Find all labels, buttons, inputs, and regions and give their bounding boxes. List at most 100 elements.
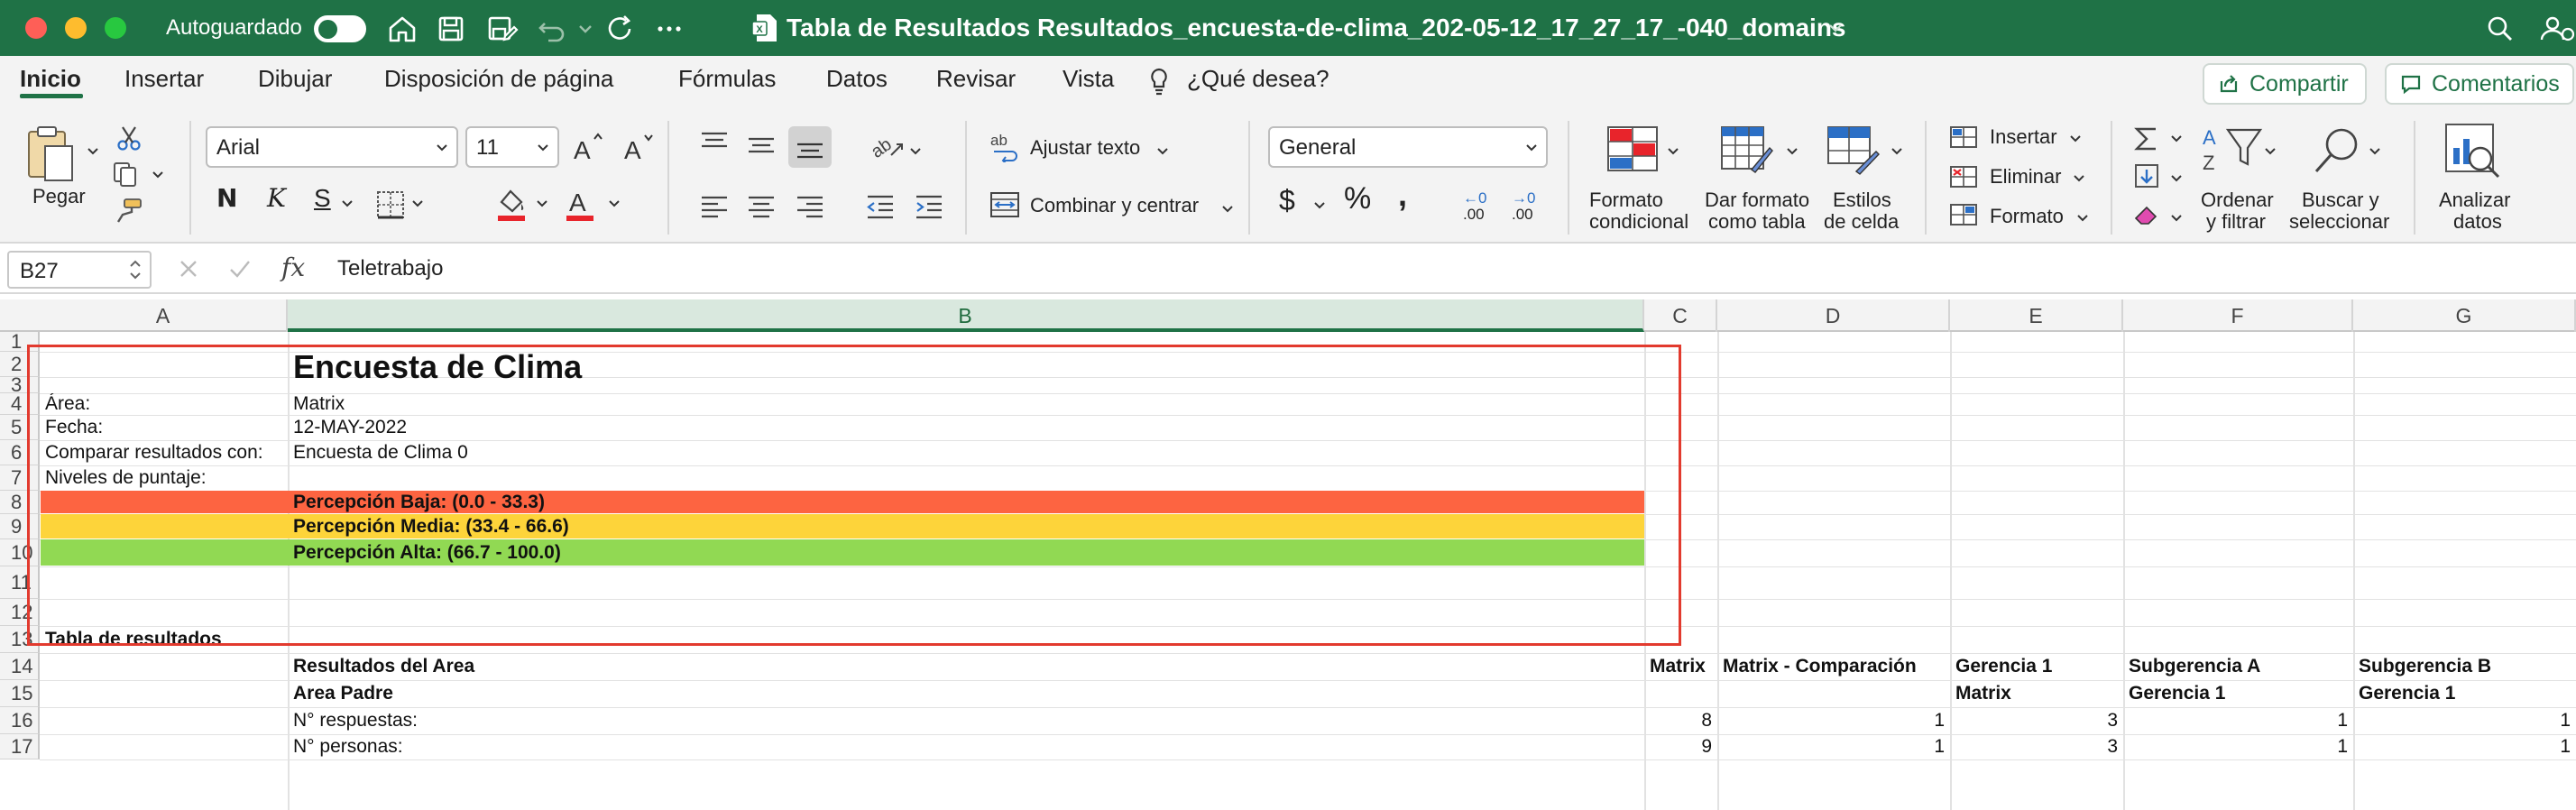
search-icon[interactable]	[2482, 11, 2518, 47]
format-cells-icon[interactable]	[1948, 202, 1979, 229]
copy-icon[interactable]	[112, 161, 143, 188]
number-format-select[interactable]: General	[1268, 126, 1548, 168]
merge-center-label[interactable]: Combinar y centrar	[1030, 195, 1199, 216]
clear-eraser-icon[interactable]	[2132, 200, 2161, 229]
responses-value[interactable]: 8	[1644, 707, 1717, 734]
column-header-g[interactable]: G	[2353, 299, 2576, 332]
people-value[interactable]: 1	[2353, 734, 2576, 759]
percent-format-button[interactable]: %	[1344, 183, 1371, 214]
analyze-data-label-1[interactable]: Analizar	[2439, 189, 2510, 211]
font-color-icon[interactable]: A	[563, 186, 597, 224]
fill-dropdown-icon[interactable]	[2168, 170, 2185, 186]
minimize-window-button[interactable]	[65, 17, 87, 39]
format-painter-icon[interactable]	[114, 197, 144, 224]
align-bottom-button[interactable]	[788, 126, 832, 168]
row-header-15[interactable]: 15	[0, 680, 40, 707]
align-left-icon[interactable]	[698, 193, 731, 220]
wrap-text-label[interactable]: Ajustar texto	[1030, 137, 1140, 159]
format-as-table-dropdown-icon[interactable]	[1784, 143, 1800, 159]
delete-cells-label[interactable]: Eliminar	[1990, 166, 2061, 188]
undo-dropdown-icon[interactable]	[575, 11, 595, 47]
autosave-toggle[interactable]	[314, 15, 366, 42]
align-top-icon[interactable]	[698, 130, 731, 157]
close-window-button[interactable]	[25, 17, 47, 39]
results-col-header[interactable]: Gerencia 1	[1950, 653, 2123, 680]
tab-insertar[interactable]: Insertar	[124, 65, 204, 93]
title-chevron-down-icon[interactable]	[1826, 18, 1845, 38]
comma-format-button[interactable]: ,	[1398, 179, 1407, 211]
results-col-header[interactable]: Matrix	[1644, 653, 1717, 680]
delete-cells-icon[interactable]	[1948, 164, 1979, 191]
tab-dibujar[interactable]: Dibujar	[258, 65, 332, 93]
format-as-table-icon[interactable]	[1719, 124, 1773, 175]
format-as-table-label-2[interactable]: como tabla	[1708, 211, 1806, 233]
responses-value[interactable]: 1	[1717, 707, 1950, 734]
insert-function-button[interactable]: fx	[281, 253, 305, 282]
clear-dropdown-icon[interactable]	[2168, 209, 2185, 226]
comments-button[interactable]: Comentarios	[2385, 63, 2574, 105]
conditional-format-dropdown-icon[interactable]	[1665, 143, 1681, 159]
insert-cells-icon[interactable]	[1948, 124, 1979, 152]
find-select-icon[interactable]	[2309, 123, 2367, 180]
delete-cells-dropdown-icon[interactable]	[2071, 170, 2087, 186]
find-select-label-1[interactable]: Buscar y	[2302, 189, 2379, 211]
column-header-e[interactable]: E	[1950, 299, 2123, 332]
people-value[interactable]: 9	[1644, 734, 1717, 759]
tab-disposicion-de-pagina[interactable]: Disposición de página	[384, 65, 613, 93]
conditional-format-label-2[interactable]: condicional	[1589, 211, 1688, 233]
tab-inicio[interactable]: Inicio	[20, 65, 81, 93]
responses-value[interactable]: 1	[2123, 707, 2353, 734]
undo-icon[interactable]	[534, 11, 570, 47]
merge-center-dropdown-icon[interactable]	[1219, 200, 1236, 216]
parent-area-label[interactable]: Area Padre	[288, 680, 1644, 707]
increase-indent-icon[interactable]	[913, 193, 945, 220]
tab-datos[interactable]: Datos	[826, 65, 888, 93]
orientation-icon[interactable]: ab	[869, 130, 906, 161]
results-header-label[interactable]: Resultados del Area	[288, 653, 1644, 680]
cell-styles-icon[interactable]	[1826, 124, 1880, 175]
tab-formulas[interactable]: Fórmulas	[678, 65, 776, 93]
paste-dropdown-icon[interactable]	[85, 143, 101, 159]
fill-color-icon[interactable]	[494, 186, 529, 224]
row-header-16[interactable]: 16	[0, 707, 40, 734]
sort-filter-label-1[interactable]: Ordenar	[2201, 189, 2274, 211]
results-col-header[interactable]: Subgerencia A	[2123, 653, 2353, 680]
column-header-b[interactable]: B	[288, 299, 1644, 332]
bold-button[interactable]: N	[216, 186, 237, 211]
format-cells-label[interactable]: Formato	[1990, 206, 2064, 227]
save-icon[interactable]	[433, 11, 469, 47]
row-header-14[interactable]: 14	[0, 653, 40, 680]
cancel-entry-icon[interactable]	[177, 257, 200, 281]
conditional-format-label-1[interactable]: Formato	[1589, 189, 1663, 211]
insert-cells-label[interactable]: Insertar	[1990, 126, 2057, 148]
fill-down-icon[interactable]	[2132, 162, 2161, 191]
font-size-select[interactable]: 11	[465, 126, 559, 168]
parent-area-value[interactable]: Matrix	[1950, 680, 2123, 707]
insert-cells-dropdown-icon[interactable]	[2067, 130, 2084, 146]
autosum-dropdown-icon[interactable]	[2168, 130, 2185, 146]
currency-dropdown-icon[interactable]	[1311, 197, 1328, 213]
borders-icon[interactable]	[375, 189, 406, 220]
decrease-indent-icon[interactable]	[864, 193, 897, 220]
font-name-select[interactable]: Arial	[206, 126, 458, 168]
cell-styles-label-1[interactable]: Estilos	[1833, 189, 1891, 211]
increase-font-size-icon[interactable]: A	[572, 130, 606, 164]
analyze-data-icon[interactable]	[2443, 121, 2504, 180]
people-value[interactable]: 1	[1717, 734, 1950, 759]
people-value[interactable]: 3	[1950, 734, 2123, 759]
more-options-icon[interactable]	[651, 11, 687, 47]
save-as-icon[interactable]	[483, 11, 520, 47]
results-col-header[interactable]: Matrix - Comparación	[1717, 653, 1950, 680]
column-header-f[interactable]: F	[2123, 299, 2353, 332]
column-header-a[interactable]: A	[40, 299, 288, 332]
column-header-d[interactable]: D	[1717, 299, 1950, 332]
fill-color-dropdown-icon[interactable]	[534, 195, 550, 211]
align-right-icon[interactable]	[794, 193, 826, 220]
sort-filter-dropdown-icon[interactable]	[2262, 143, 2278, 159]
sort-filter-label-2[interactable]: y filtrar	[2206, 211, 2266, 233]
confirm-entry-icon[interactable]	[227, 257, 253, 281]
lightbulb-icon[interactable]	[1147, 66, 1171, 97]
people-label[interactable]: N° personas:	[288, 734, 1644, 759]
cut-icon[interactable]	[115, 124, 143, 152]
italic-button[interactable]: K	[267, 186, 286, 211]
